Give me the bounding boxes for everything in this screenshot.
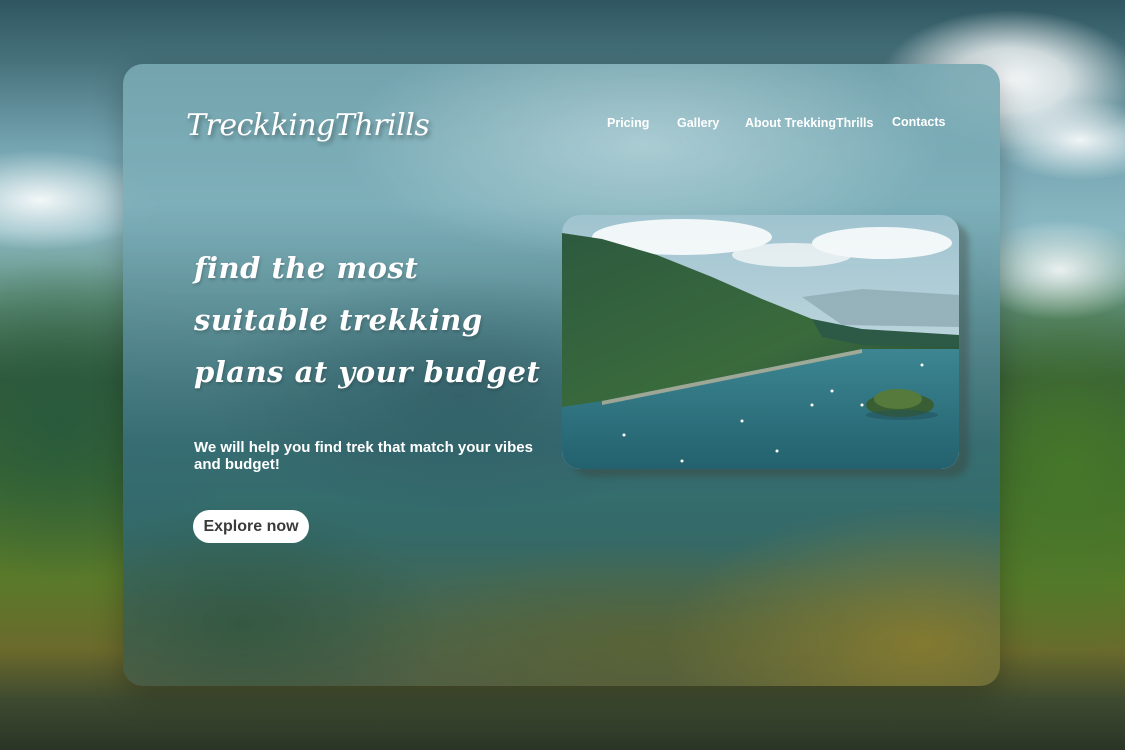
brand-logo[interactable]: TreckkingThrills [186,108,430,143]
top-nav: Pricing Gallery About TrekkingThrills Co… [607,115,945,136]
nav-link-gallery[interactable]: Gallery [677,116,719,130]
lake-forest-illustration [562,215,959,469]
hero-subtext: We will help you find trek that match yo… [194,439,533,473]
nav-link-contacts[interactable]: Contacts [892,115,945,129]
explore-now-button[interactable]: Explore now [193,510,309,543]
nav-link-about[interactable]: About TrekkingThrills [745,116,874,130]
hero-headline: find the most suitable trekking plans at… [194,251,541,389]
hero-landscape-image [562,215,959,469]
glass-card: TreckkingThrills Pricing Gallery About T… [123,64,1000,686]
nav-link-pricing[interactable]: Pricing [607,116,649,130]
